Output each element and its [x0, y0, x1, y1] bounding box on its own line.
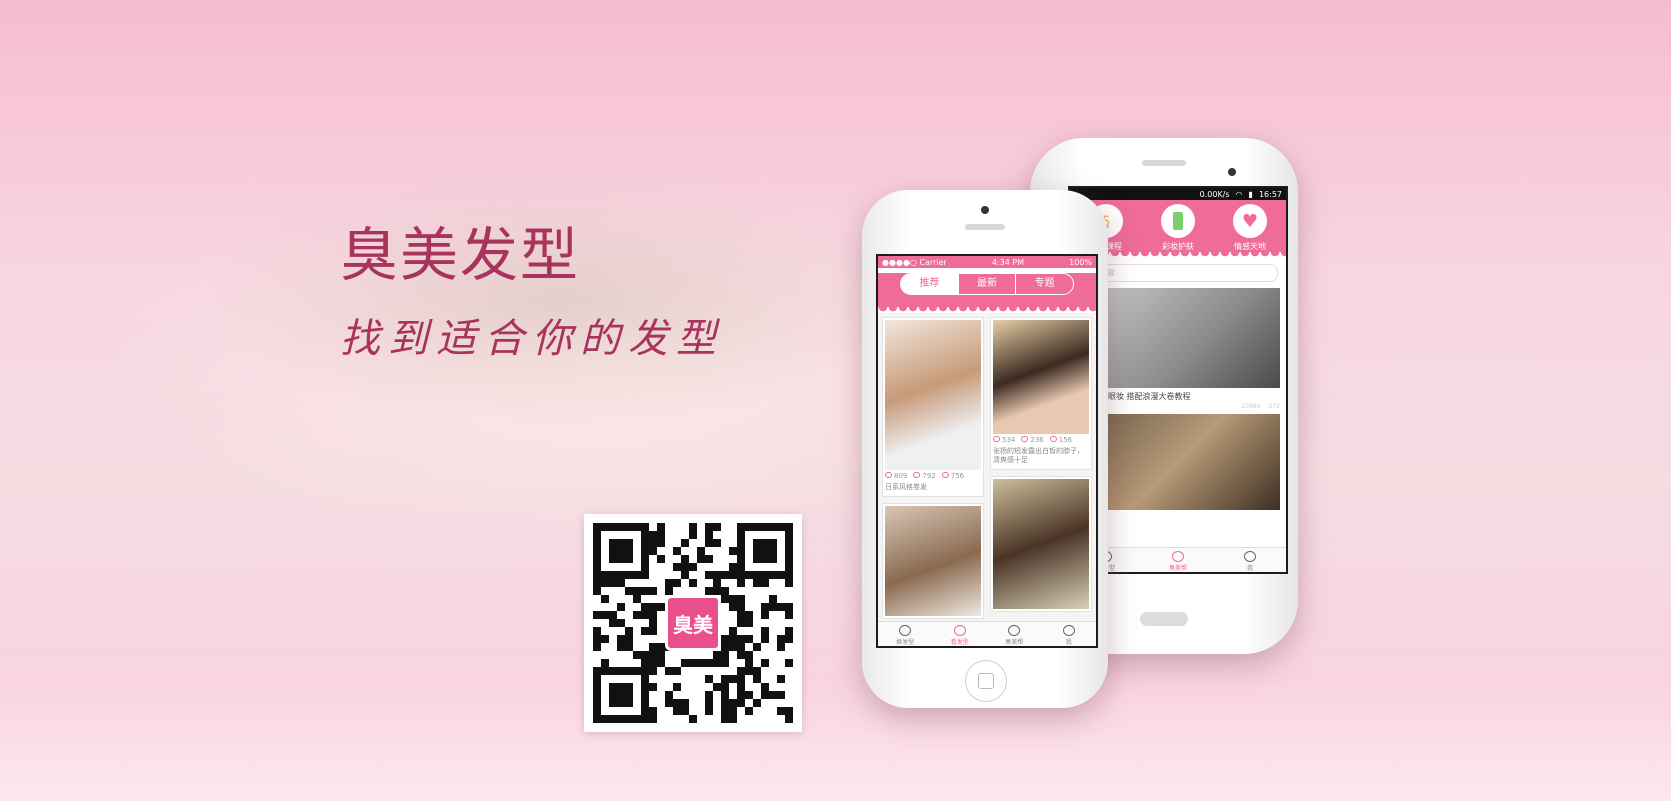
photo-card[interactable]: 809 792 756 日系风格卷发 [882, 317, 984, 497]
tab-recommend[interactable]: 推荐 [901, 274, 958, 294]
like-count: 236 [1021, 436, 1043, 444]
tab-beauty-help[interactable]: 臭美帮 [987, 622, 1042, 646]
view-count: 809 [885, 472, 907, 480]
photo-card[interactable]: 534 236 156 张扬的短发露出白皙的脖子，清爽感十足 [990, 317, 1092, 470]
battery: 100% [1069, 257, 1092, 267]
status-time: 16:57 [1258, 189, 1282, 199]
hero-title: 臭美发型 [340, 221, 581, 289]
photo-card[interactable] [990, 476, 1092, 612]
iphone-screen: ●●●●○ Carrier 4:34 PM 100% 推荐 最新 专题 809 … [876, 254, 1098, 648]
card-caption: 日系风格卷发 [885, 483, 927, 491]
hero-subtitle: 找到适合你的发型 [340, 316, 724, 362]
hair-photo [885, 320, 981, 470]
home-button[interactable] [965, 660, 1007, 702]
tab-me[interactable]: 我 [1214, 548, 1286, 572]
tab-look-style[interactable]: 看发型 [933, 622, 988, 646]
wifi-icon: ◠ [1235, 189, 1243, 199]
camera-icon [981, 206, 989, 214]
segmented-control: 推荐 最新 专题 [900, 273, 1074, 295]
hair-photo [993, 479, 1089, 609]
category-emotion[interactable]: ♥ 情感天地 [1233, 204, 1267, 252]
comment-count: 156 [1050, 436, 1072, 444]
photo-grid: 809 792 756 日系风格卷发 534 236 156 张扬的短发露出白皙… [878, 313, 1096, 623]
tab-me[interactable]: 我 [1042, 622, 1097, 646]
comment-count: 272 [1268, 403, 1280, 410]
view-count: 534 [993, 436, 1015, 444]
photo-card[interactable] [882, 503, 984, 619]
home-key[interactable] [1140, 612, 1188, 626]
hair-photo [993, 320, 1089, 434]
view-count: 23889 [1241, 403, 1261, 410]
card-stats: 534 236 156 [993, 434, 1089, 446]
tab-topics[interactable]: 专题 [1015, 274, 1073, 294]
camera-icon [1228, 168, 1236, 176]
heart-icon: ♥ [1241, 210, 1259, 232]
earpiece [1142, 160, 1186, 166]
category-makeup[interactable]: 彩妆护肤 [1161, 204, 1195, 252]
net-speed: 0.00K/s [1199, 189, 1230, 199]
hair-photo [885, 506, 981, 616]
tab-beauty-help[interactable]: 臭美帮 [1142, 548, 1214, 572]
carrier: ●●●●○ Carrier [882, 257, 947, 267]
iphone-tab-bar: 换发型 看发型 臭美帮 我 [878, 621, 1096, 646]
cosmetic-icon [1173, 212, 1183, 230]
user-icon [1244, 551, 1256, 562]
status-time: 4:34 PM [991, 257, 1025, 267]
qr-code: 臭美 [584, 514, 802, 732]
swirl-icon [953, 625, 966, 636]
tab-latest[interactable]: 最新 [957, 274, 1016, 294]
iphone: ●●●●○ Carrier 4:34 PM 100% 推荐 最新 专题 809 … [862, 190, 1108, 708]
card-caption: 张扬的短发露出白皙的脖子，清爽感十足 [993, 447, 1084, 464]
eye-icon [1008, 625, 1021, 636]
earpiece [965, 224, 1005, 230]
card-stats: 809 792 756 [885, 470, 981, 482]
refresh-icon [899, 625, 912, 636]
like-count: 792 [913, 472, 935, 480]
tab-change-style[interactable]: 换发型 [878, 622, 933, 646]
comment-count: 756 [942, 472, 964, 480]
iphone-status-bar: ●●●●○ Carrier 4:34 PM 100% [878, 256, 1096, 268]
segment-header: 推荐 最新 专题 [878, 273, 1096, 307]
eye-icon [1172, 551, 1184, 562]
user-icon [1062, 625, 1075, 636]
qr-logo: 臭美 [665, 595, 721, 651]
android-status-bar: 0.00K/s ◠ ▮ 16:57 [1070, 188, 1286, 200]
signal-icon: ▮ [1248, 189, 1253, 199]
search-input[interactable]: ...的内容 [1078, 264, 1278, 282]
